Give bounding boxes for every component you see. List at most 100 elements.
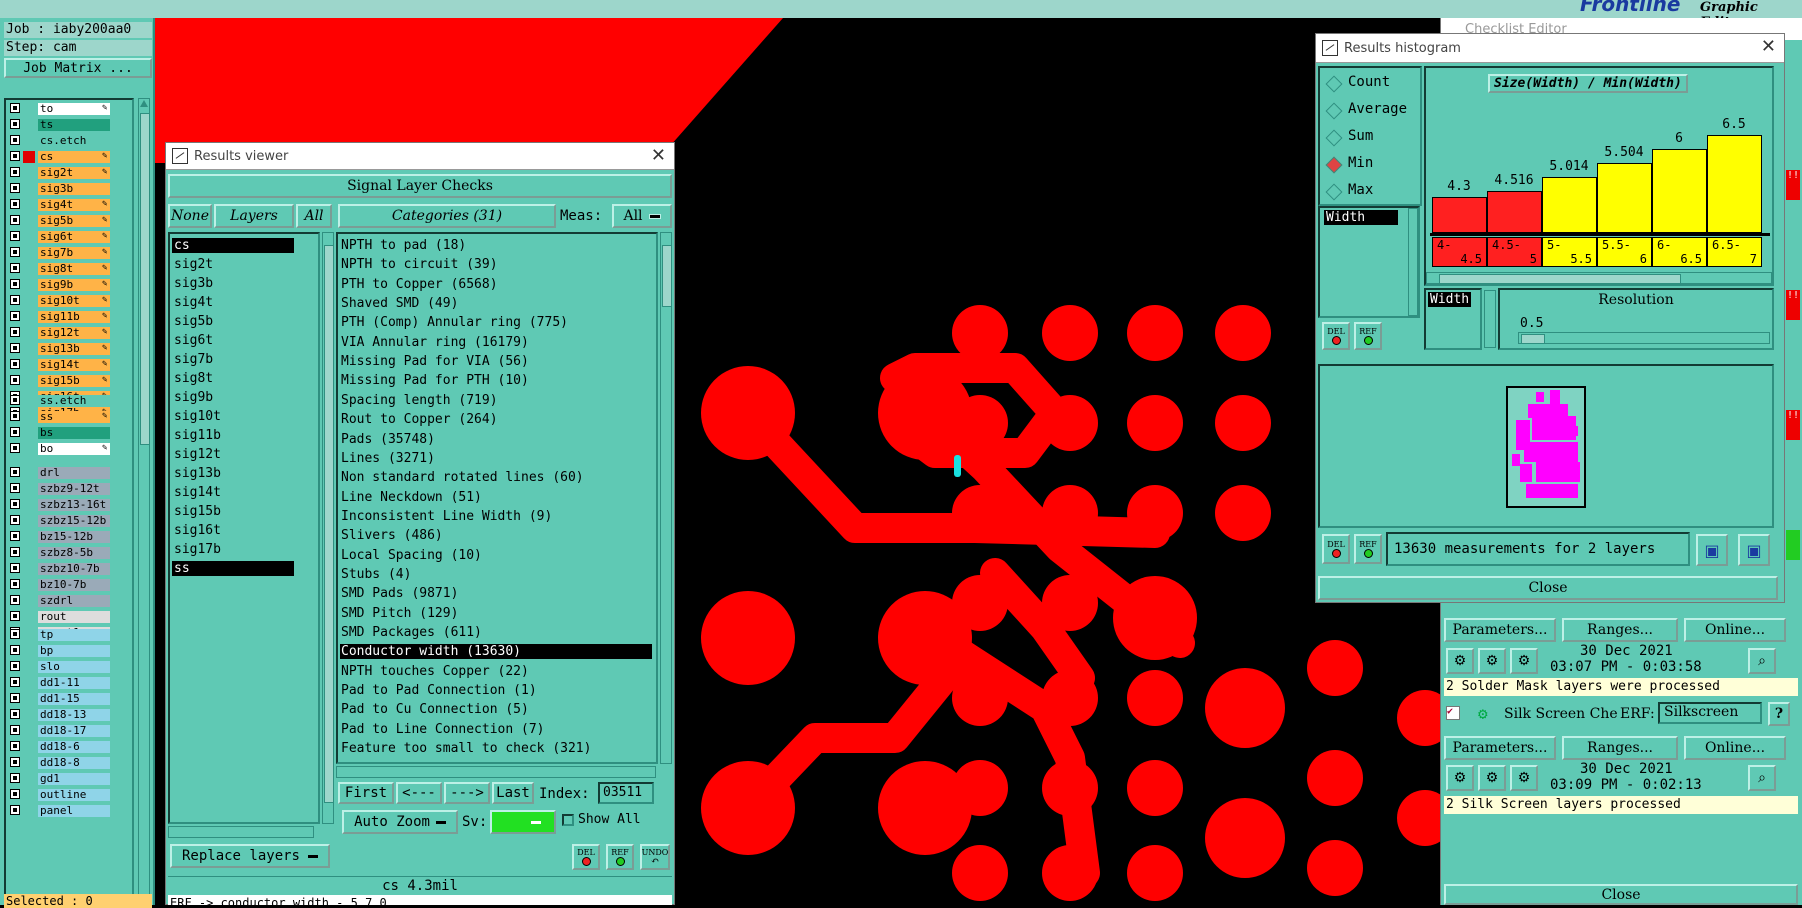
layer-color-swatch[interactable] (23, 579, 35, 591)
layer-checkbox[interactable] (10, 375, 20, 385)
resolution-slider[interactable] (1518, 332, 1770, 344)
histogram-titlebar[interactable]: Results histogram ✕ (1316, 34, 1784, 63)
layer-color-swatch[interactable] (23, 199, 35, 211)
layer-color-swatch[interactable] (23, 103, 35, 115)
layer-name[interactable]: bz10-7b (38, 579, 110, 591)
layer-color-swatch[interactable] (23, 279, 35, 291)
layer-color-swatch[interactable] (23, 183, 35, 195)
layer-list-item[interactable]: sig4t (172, 295, 294, 310)
category-list-item[interactable]: NPTH to circuit (39) (340, 257, 652, 272)
layer-row[interactable]: bz10-7b (6, 578, 132, 592)
radio-indicator[interactable] (1325, 102, 1343, 120)
run-icon[interactable]: ⚙ (1478, 648, 1506, 674)
export-icon[interactable]: ▣ (1696, 534, 1728, 566)
layer-color-swatch[interactable] (23, 595, 35, 607)
layer-name[interactable]: dd1-15 (38, 693, 110, 705)
layer-row[interactable]: szbz13-16t (6, 498, 132, 512)
layer-color-swatch[interactable] (23, 311, 35, 323)
layers-list-hscroll[interactable] (168, 826, 314, 838)
close-icon[interactable]: ✕ (651, 145, 666, 166)
layer-list-item[interactable]: sig10t (172, 409, 294, 424)
online-button-1[interactable]: Online... (1684, 618, 1786, 642)
category-list-item[interactable]: Stubs (4) (340, 567, 652, 582)
layer-checkbox[interactable] (10, 119, 20, 129)
auto-zoom-select[interactable]: Auto Zoom (342, 810, 458, 834)
categories-list-scrollbar[interactable] (660, 232, 672, 764)
category-list-item[interactable]: Conductor width (13630) (340, 644, 652, 660)
layer-checkbox[interactable] (10, 263, 20, 273)
signal-layer-checks-button[interactable]: Signal Layer Checks (168, 174, 672, 198)
results-viewer-titlebar[interactable]: Results viewer ✕ (166, 143, 674, 170)
scroll-thumb[interactable] (662, 245, 672, 307)
layer-color-swatch[interactable] (23, 411, 35, 423)
run-icon[interactable]: ⚙ (1510, 765, 1538, 791)
layer-row[interactable]: sig3b (6, 182, 132, 196)
layer-checkbox[interactable] (10, 547, 20, 557)
hist-ref-button[interactable]: REF (1354, 322, 1382, 350)
layer-name[interactable]: outline (38, 789, 110, 801)
layer-row[interactable]: ss.etch (6, 394, 132, 408)
layer-color-swatch[interactable] (23, 167, 35, 179)
layer-checkbox[interactable] (10, 805, 20, 815)
replace-layers-select[interactable]: Replace layers (170, 844, 330, 868)
layer-list-item[interactable]: sig6t (172, 333, 294, 348)
layer-color-swatch[interactable] (23, 499, 35, 511)
category-list-item[interactable]: Missing Pad for PTH (10) (340, 373, 652, 388)
stat-radio-sum[interactable]: Sum (1325, 128, 1418, 147)
layer-color-swatch[interactable] (23, 773, 35, 785)
run-icon[interactable]: ⚙ (1446, 765, 1474, 791)
bar-category-cell[interactable]: 6- 6.5 (1652, 237, 1707, 267)
last-button[interactable]: Last (492, 782, 534, 804)
categories-list[interactable]: NPTH to pad (18) NPTH to circuit (39) PTH … (336, 232, 658, 764)
layers-list-scrollbar[interactable] (322, 232, 334, 824)
layer-color-swatch[interactable] (23, 531, 35, 543)
layer-row[interactable]: panel (6, 804, 132, 818)
del-button[interactable]: DEL (572, 844, 600, 870)
layer-name[interactable]: bo (38, 443, 110, 455)
layer-row[interactable]: dd18-13 (6, 708, 132, 722)
layer-list-item[interactable]: sig8t (172, 371, 294, 386)
layer-color-swatch[interactable] (23, 263, 35, 275)
layer-row[interactable]: cs.etch (6, 134, 132, 148)
layer-checkbox[interactable] (10, 563, 20, 573)
layer-checkbox[interactable] (10, 279, 20, 289)
layer-color-swatch[interactable] (23, 789, 35, 801)
layer-color-swatch[interactable] (23, 629, 35, 641)
erf-field[interactable]: Silkscreen (1658, 702, 1762, 724)
layer-row[interactable]: dd18-6 (6, 740, 132, 754)
field-list-scrollbar[interactable] (1408, 208, 1418, 316)
layer-checkbox[interactable] (10, 499, 20, 509)
scroll-thumb[interactable] (324, 245, 334, 803)
layer-row[interactable]: sig7b ✎ (6, 246, 132, 260)
bar-category-cell[interactable]: 5- 5.5 (1542, 237, 1597, 267)
layer-name[interactable]: sig8t (38, 263, 110, 275)
layer-name[interactable]: sig9b (38, 279, 110, 291)
bar-category-cell[interactable]: 5.5- 6 (1597, 237, 1652, 267)
ranges-button-2[interactable]: Ranges... (1562, 736, 1678, 760)
layer-list-item[interactable]: sig13b (172, 466, 294, 481)
hist-ref-button-2[interactable]: REF (1354, 534, 1382, 564)
layer-checkbox[interactable] (10, 327, 20, 337)
chart-hscroll[interactable] (1426, 272, 1772, 284)
category-list-item[interactable]: Pad to Cu Connection (5) (340, 702, 652, 717)
layer-color-swatch[interactable] (23, 757, 35, 769)
layer-name[interactable]: szbz15-12b (38, 515, 110, 527)
layer-row[interactable]: outline (6, 788, 132, 802)
bar-category-cell[interactable]: 4.5- 5 (1487, 237, 1542, 267)
layer-name[interactable]: ss (38, 411, 110, 423)
layer-color-swatch[interactable] (23, 547, 35, 559)
run-icon[interactable]: ⚙ (1510, 648, 1538, 674)
parameters-button-2[interactable]: Parameters... (1444, 736, 1556, 760)
sv-color-select[interactable] (490, 810, 556, 834)
layer-list-item[interactable]: sig2t (172, 257, 294, 272)
layer-color-swatch[interactable] (23, 151, 35, 163)
scroll-up-arrow-icon[interactable] (140, 100, 148, 107)
layer-color-swatch[interactable] (23, 483, 35, 495)
layer-list-item[interactable]: sig12t (172, 447, 294, 462)
layer-checkbox[interactable] (10, 483, 20, 493)
category-list-item[interactable]: Non standard rotated lines (60) (340, 470, 652, 485)
layer-list-item[interactable]: sig17b (172, 542, 294, 557)
category-list-item[interactable]: Local Spacing (10) (340, 548, 652, 563)
meas-select[interactable]: All (612, 204, 672, 228)
radio-indicator[interactable] (1325, 183, 1343, 201)
